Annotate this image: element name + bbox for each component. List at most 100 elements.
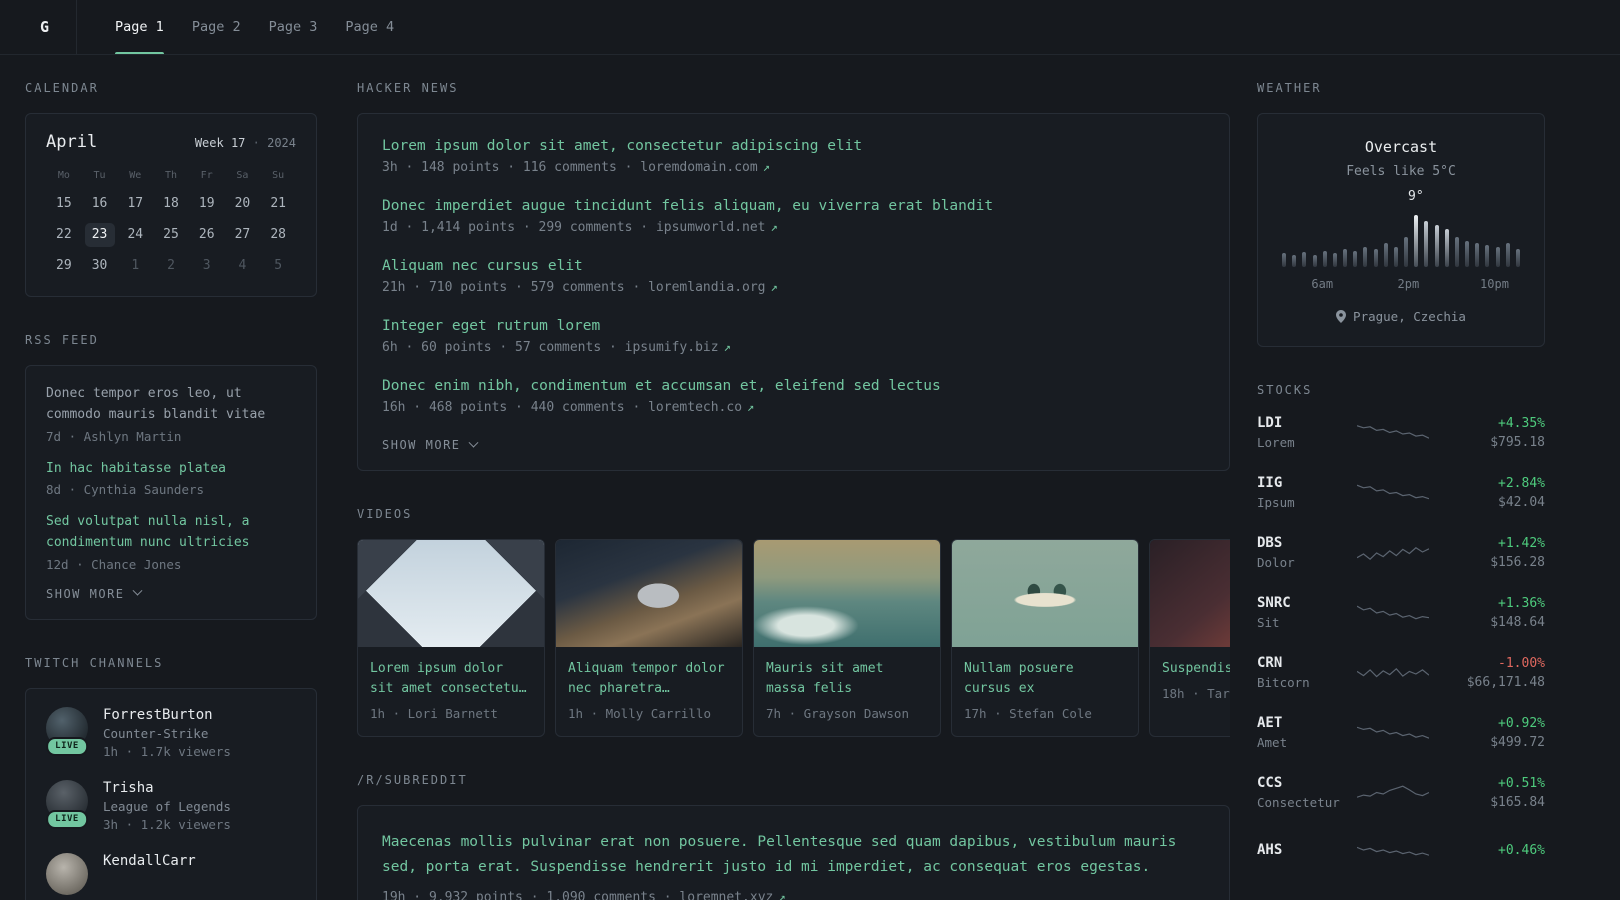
calendar-day: 24 (127, 227, 144, 242)
twitch-channel[interactable]: LIVE Trisha League of Legends 3h · 1.2k … (46, 779, 296, 832)
calendar-day: 3 (202, 258, 211, 273)
hn-item-title[interactable]: Aliquam nec cursus elit (382, 258, 1205, 274)
calendar-month: April (46, 132, 98, 152)
rss-item-title[interactable]: Sed volutpat nulla nisl, a condimentum n… (46, 512, 296, 554)
calendar-day-header: Th (164, 170, 178, 181)
stock-row[interactable]: AET Amet +0.92% $499.72 (1257, 715, 1545, 750)
weather-widget: WEATHER Overcast Feels like 5°C 9° 6am 2p… (1257, 81, 1545, 347)
stock-row[interactable]: CRN Bitcorn -1.00% $66,171.48 (1257, 655, 1545, 690)
hn-item-title[interactable]: Donec enim nibh, condimentum et accumsan… (382, 378, 1205, 394)
stock-id: AET Amet (1257, 715, 1357, 750)
channel-info: Trisha League of Legends 3h · 1.2k viewe… (103, 780, 231, 832)
hn-item-stats: 6h · 60 points · 57 comments · (382, 340, 625, 355)
page-tabs: Page 1 Page 2 Page 3 Page 4 (101, 0, 408, 54)
channel-name[interactable]: ForrestBurton (103, 707, 231, 723)
video-title[interactable]: Aliquam tempor dolor nec pharetra… (568, 659, 730, 699)
video-title[interactable]: Suspendisse diam (1162, 659, 1230, 679)
weather-frame: Overcast Feels like 5°C 9° 6am 2pm 10pm Pr… (1257, 113, 1545, 347)
stock-row[interactable]: IIG Ipsum +2.84% $42.04 (1257, 475, 1545, 510)
video-thumbnail[interactable] (754, 540, 940, 647)
rss-frame: Donec tempor eros leo, ut commodo mauris… (25, 365, 317, 620)
stock-values: +4.35% $795.18 (1429, 416, 1545, 450)
right-column: WEATHER Overcast Feels like 5°C 9° 6am 2p… (1257, 81, 1545, 900)
video-title[interactable]: Lorem ipsum dolor sit amet consectetu… (370, 659, 532, 699)
left-column: CALENDAR April Week 17 2024 MoTuWeThFrSa… (25, 81, 317, 900)
weather-bar (1404, 237, 1409, 267)
rss-show-more-button[interactable]: SHOW MORE (46, 586, 142, 601)
calendar-day: 20 (234, 196, 251, 211)
rss-item: Sed volutpat nulla nisl, a condimentum n… (46, 512, 296, 572)
calendar-day: 16 (91, 196, 108, 211)
stock-price: $148.64 (1490, 614, 1545, 630)
calendar-day-header: Sa (236, 170, 249, 181)
channel-info: KendallCarr (103, 853, 196, 895)
hn-item-stats: 3h · 148 points · 116 comments · (382, 160, 641, 175)
stock-values: -1.00% $66,171.48 (1429, 656, 1545, 690)
video-thumbnail[interactable] (556, 540, 742, 647)
rss-item-title[interactable]: Donec tempor eros leo, ut commodo mauris… (46, 384, 296, 426)
video-card[interactable]: Lorem ipsum dolor sit amet consectetu… 1… (357, 539, 545, 738)
live-badge: LIVE (46, 736, 88, 756)
video-card[interactable]: Nullam posuere cursus ex 17h · Stefan Co… (951, 539, 1139, 738)
stock-price: $156.28 (1490, 554, 1545, 570)
hn-item-stats: 21h · 710 points · 579 comments · (382, 280, 649, 295)
video-thumbnail[interactable] (358, 540, 544, 647)
video-card[interactable]: Mauris sit amet massa felis 7h · Grayson… (753, 539, 941, 738)
stock-row[interactable]: AHS +0.46% (1257, 835, 1545, 865)
stock-row[interactable]: CCS Consectetur +0.51% $165.84 (1257, 775, 1545, 810)
hn-item-domain-link[interactable]: loremtech.co (648, 400, 742, 415)
hn-item-domain-link[interactable]: ipsumify.biz (625, 340, 719, 355)
hn-item-title[interactable]: Lorem ipsum dolor sit amet, consectetur … (382, 138, 1205, 154)
hn-item-meta: 16h · 468 points · 440 comments · loremt… (382, 400, 1205, 415)
rss-item-meta: 12d · Chance Jones (46, 556, 182, 572)
stock-name: Consectetur (1257, 795, 1340, 810)
video-title[interactable]: Nullam posuere cursus ex (964, 659, 1126, 699)
page-tab[interactable]: Page 2 (192, 0, 241, 54)
calendar-day-header: Su (272, 170, 285, 181)
chevron-down-icon (468, 437, 478, 448)
stock-row[interactable]: LDI Lorem +4.35% $795.18 (1257, 415, 1545, 450)
page-tab[interactable]: Page 4 (345, 0, 394, 54)
weather-bar (1322, 251, 1327, 267)
page-tab[interactable]: Page 1 (115, 0, 164, 54)
rss-item: In hac habitasse platea 8d · Cynthia Sau… (46, 459, 296, 498)
stock-price: $499.72 (1490, 734, 1545, 750)
video-card[interactable]: Suspendisse diam 18h · Tara (1149, 539, 1230, 738)
stock-row[interactable]: SNRC Sit +1.36% $148.64 (1257, 595, 1545, 630)
twitch-channel[interactable]: LIVE ForrestBurton Counter-Strike 1h · 1… (46, 706, 296, 759)
hn-item-title[interactable]: Integer eget rutrum lorem (382, 318, 1205, 334)
videos-section-title: VIDEOS (357, 507, 413, 521)
avatar (46, 852, 88, 895)
rss-item-title[interactable]: In hac habitasse platea (46, 459, 296, 480)
hn-item-domain-link[interactable]: loremdomain.com (640, 160, 757, 175)
weather-time-label: 2pm (1397, 277, 1420, 291)
hn-item-domain-link[interactable]: loremlandia.org (648, 280, 765, 295)
hn-item-meta: 6h · 60 points · 57 comments · ipsumify.… (382, 340, 1205, 355)
hn-item-title[interactable]: Donec imperdiet augue tincidunt felis al… (382, 198, 1205, 214)
stocks-widget: STOCKS LDI Lorem +4.35% $795.18 IIG Ipsu… (1257, 383, 1545, 865)
stock-sparkline (1356, 778, 1430, 808)
channel-name[interactable]: KendallCarr (103, 853, 196, 869)
stock-change: +0.51% (1498, 775, 1545, 791)
channel-meta: 3h · 1.2k viewers (103, 816, 231, 832)
weather-bar (1515, 249, 1520, 267)
video-thumbnail[interactable] (1150, 540, 1230, 647)
subreddit-post-title[interactable]: Maecenas mollis pulvinar erat non posuer… (382, 830, 1205, 879)
stock-ticker: CRN (1257, 655, 1283, 671)
hn-show-more-button[interactable]: SHOW MORE (382, 437, 478, 452)
stock-row[interactable]: DBS Dolor +1.42% $156.28 (1257, 535, 1545, 570)
calendar-days-grid: 15 16 17 18 19 20 21 22 23 24 25 26 27 28 29 30 1 2 3 4 5 (46, 192, 296, 278)
calendar-day-header: Mo (57, 170, 70, 181)
subreddit-post-domain-link[interactable]: loremnet.xyz (679, 890, 773, 900)
video-title[interactable]: Mauris sit amet massa felis (766, 659, 928, 699)
twitch-channel[interactable]: KendallCarr (46, 852, 296, 895)
channel-name[interactable]: Trisha (103, 780, 231, 796)
stock-change: +0.46% (1498, 842, 1545, 858)
weather-location: Prague, Czechia (1278, 309, 1524, 324)
page-tab[interactable]: Page 3 (269, 0, 318, 54)
hn-item-domain-link[interactable]: ipsumworld.net (656, 220, 766, 235)
video-thumbnail[interactable] (952, 540, 1138, 647)
video-card[interactable]: Aliquam tempor dolor nec pharetra… 1h · … (555, 539, 743, 738)
calendar-day-header: We (129, 170, 142, 181)
video-meta: 1h · Molly Carrillo (568, 706, 711, 722)
